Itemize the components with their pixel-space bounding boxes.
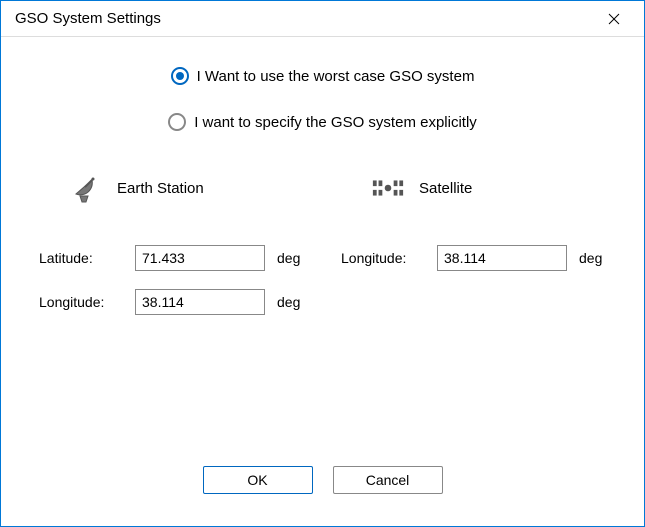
ok-button[interactable]: OK	[203, 466, 313, 494]
radio-worst-case[interactable]: I Want to use the worst case GSO system	[171, 67, 475, 85]
satellite-title: Satellite	[419, 180, 472, 197]
radio-explicit[interactable]: I want to specify the GSO system explici…	[168, 113, 477, 131]
cancel-button[interactable]: Cancel	[333, 466, 443, 494]
window-title: GSO System Settings	[15, 10, 594, 27]
radio-label: I want to specify the GSO system explici…	[194, 114, 477, 131]
latitude-label: Latitude:	[39, 250, 127, 266]
radio-label: I Want to use the worst case GSO system	[197, 68, 475, 85]
sat-longitude-unit: deg	[575, 250, 615, 266]
latitude-input[interactable]	[135, 245, 265, 271]
gso-mode-radio-group: I Want to use the worst case GSO system …	[31, 67, 614, 131]
satellite-icon	[371, 171, 405, 205]
dialog-window: GSO System Settings I Want to use the wo…	[0, 0, 645, 527]
titlebar: GSO System Settings	[1, 1, 644, 37]
sat-longitude-label: Longitude:	[341, 250, 429, 266]
es-longitude-unit: deg	[273, 294, 313, 310]
earth-station-header: Earth Station	[39, 171, 313, 205]
satellite-dish-icon	[69, 171, 103, 205]
earth-station-pane: Earth Station Latitude: deg Longitude: d…	[31, 171, 321, 448]
latitude-unit: deg	[273, 250, 313, 266]
close-button[interactable]	[594, 4, 634, 34]
close-icon	[608, 13, 620, 25]
latitude-field: Latitude: deg	[39, 245, 313, 271]
es-longitude-field: Longitude: deg	[39, 289, 313, 315]
satellite-header: Satellite	[341, 171, 615, 205]
earth-station-title: Earth Station	[117, 180, 204, 197]
satellite-pane: Satellite Longitude: deg	[333, 171, 623, 448]
sat-longitude-field: Longitude: deg	[341, 245, 615, 271]
es-longitude-label: Longitude:	[39, 294, 127, 310]
radio-indicator-icon	[168, 113, 186, 131]
sat-longitude-input[interactable]	[437, 245, 567, 271]
dialog-content: I Want to use the worst case GSO system …	[1, 37, 644, 526]
button-bar: OK Cancel	[31, 448, 614, 516]
radio-indicator-icon	[171, 67, 189, 85]
panes: Earth Station Latitude: deg Longitude: d…	[31, 171, 614, 448]
es-longitude-input[interactable]	[135, 289, 265, 315]
